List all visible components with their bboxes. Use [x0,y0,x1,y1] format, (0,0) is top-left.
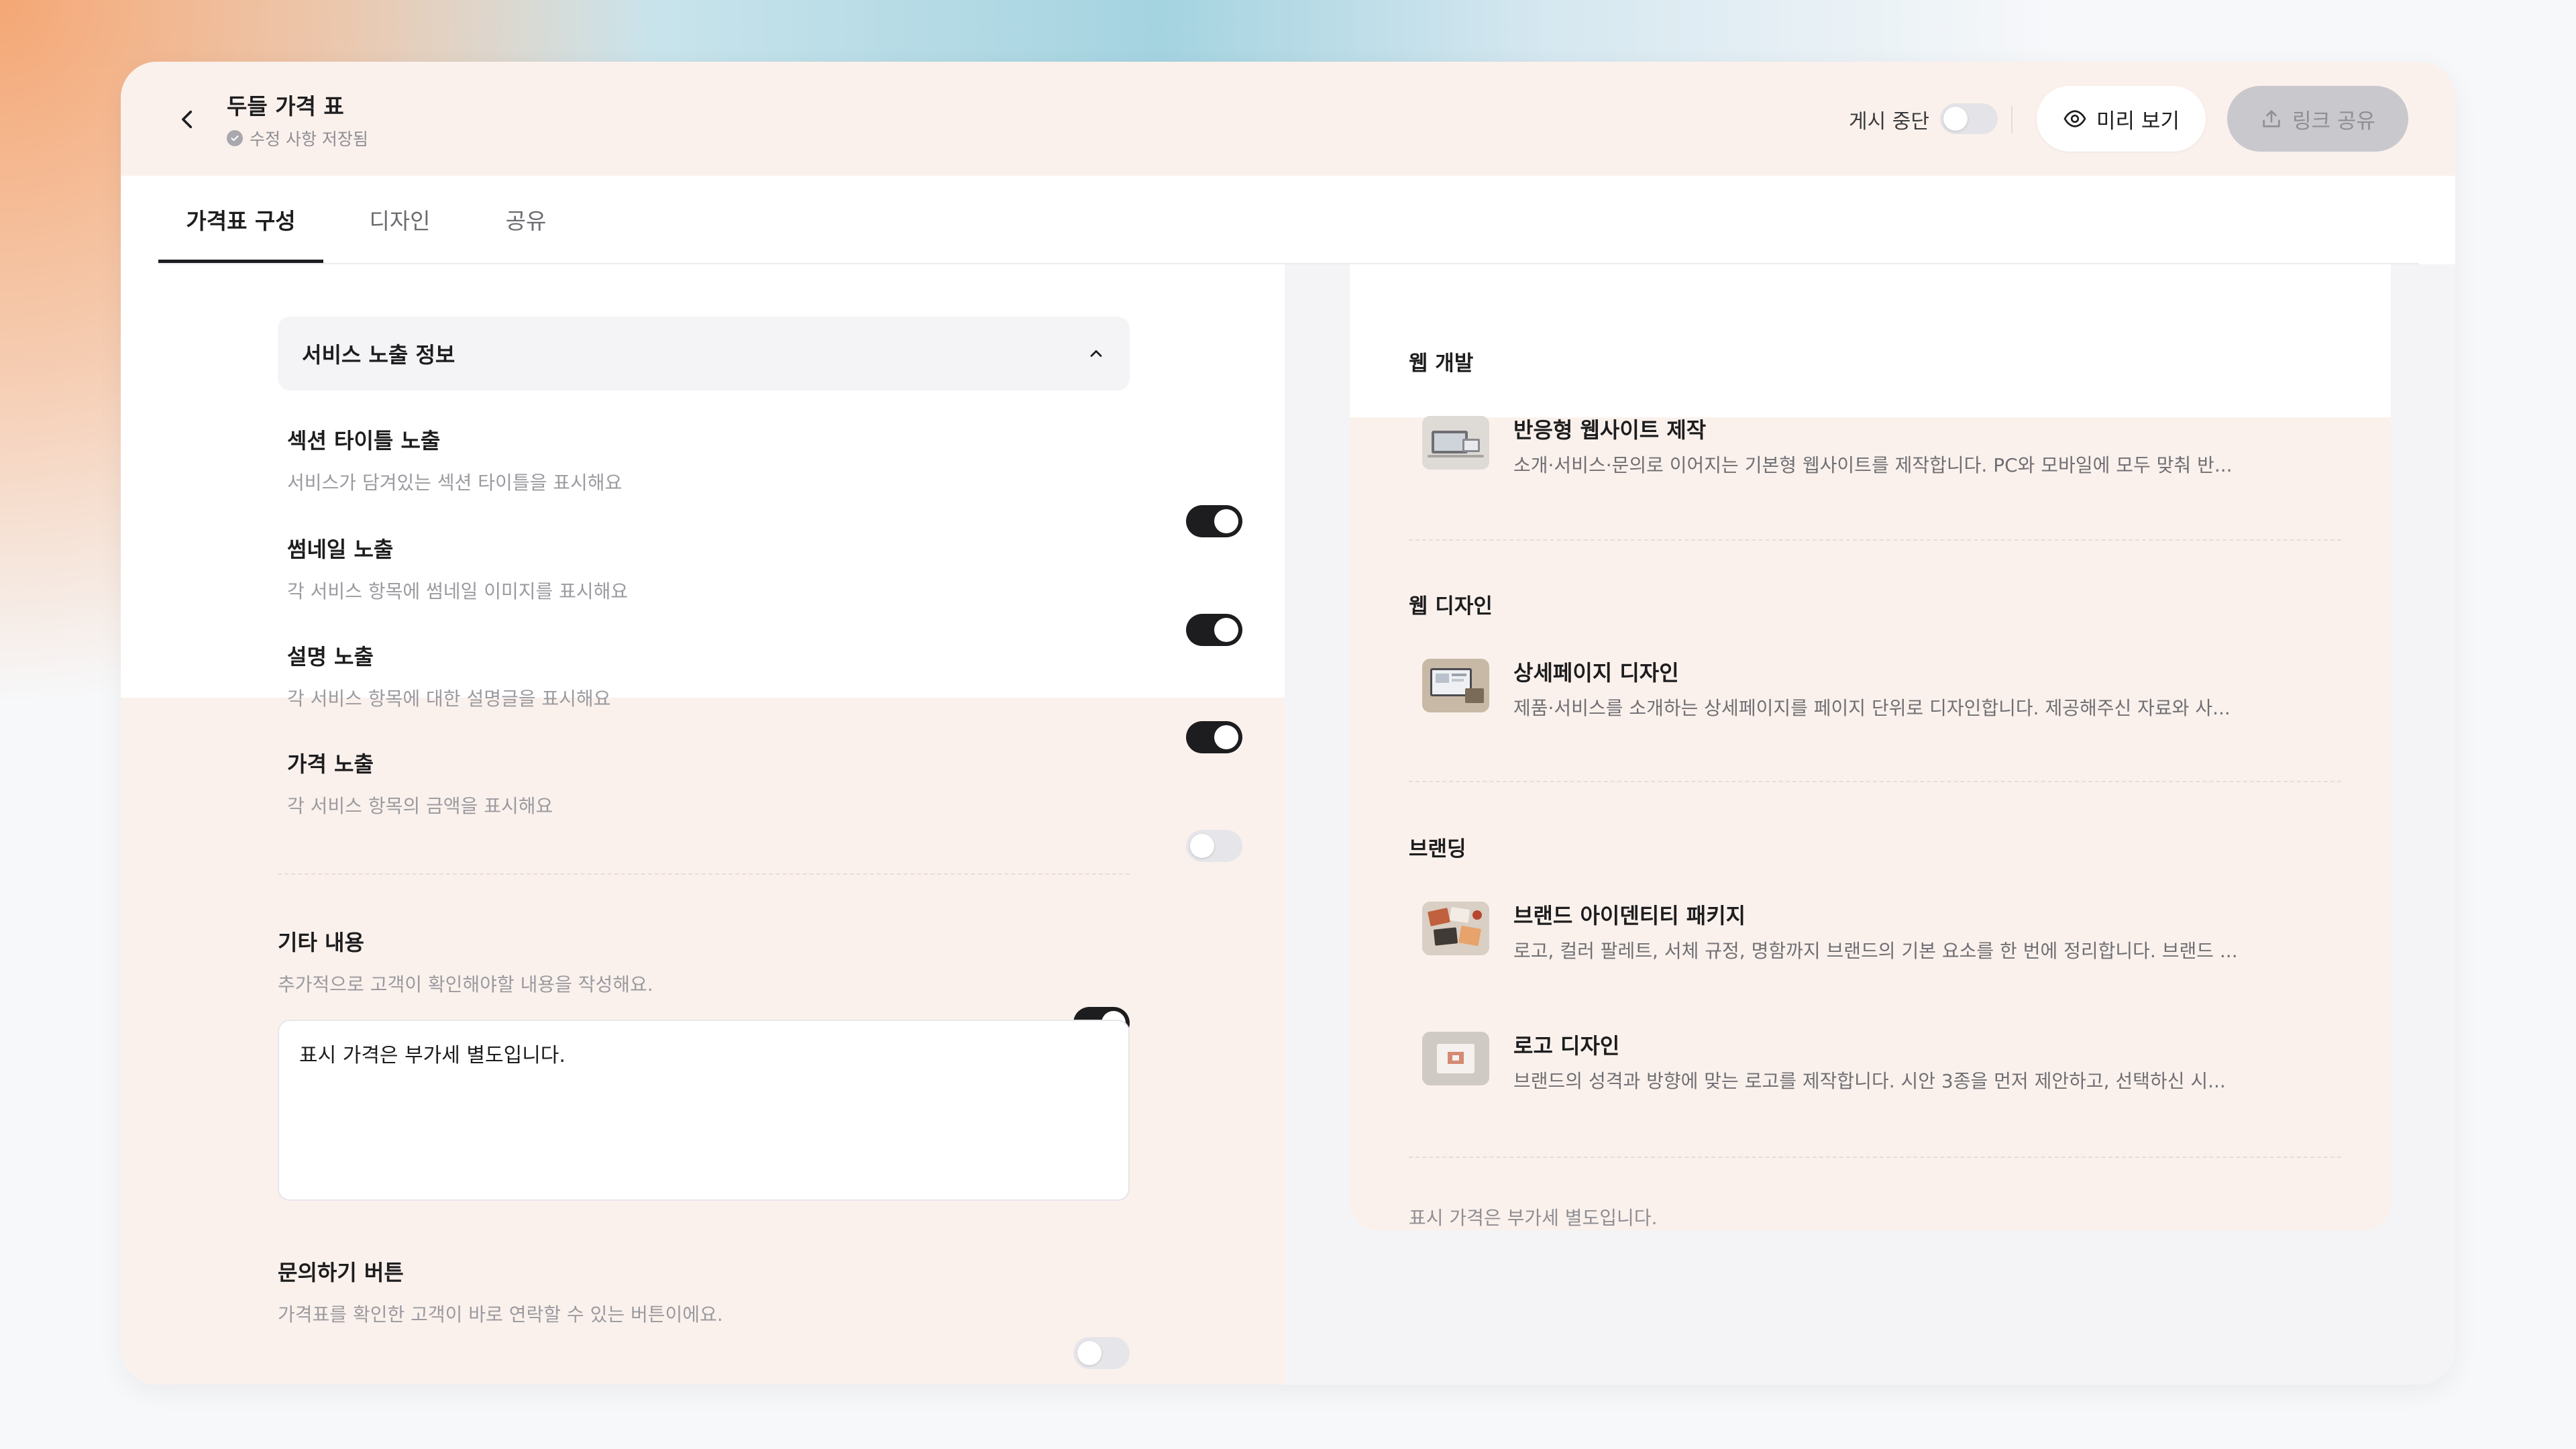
service-item: 상세페이지 디자인 제품·서비스를 소개하는 상세페이지를 페이지 단위로 디자… [1422,656,2375,730]
option-price: 가격 노출 각 서비스 항목의 금액을 표시해요 [287,747,1130,818]
section-title: 서비스 노출 정보 [302,342,455,368]
eye-icon [2063,110,2086,127]
price-table-preview: 웹 개발 반응형 웹사이트 제작 소개·서비스·문의로 이어지는 기본형 웹사이… [1350,264,2391,1230]
check-circle-icon [227,130,243,146]
toggle-knob [1943,107,1968,131]
divider [2011,106,2012,133]
service-item: 반응형 웹사이트 제작 소개·서비스·문의로 이어지는 기본형 웹사이트를 제작… [1422,413,2375,487]
editor-window: 두들 가격 표 수정 사항 저장됨 게시 중단 미리 보기 링크 공유 가격표 … [121,62,2455,1385]
tab-design[interactable]: 디자인 [338,176,462,263]
service-description: 제품·서비스를 소개하는 상세페이지를 페이지 단위로 디자인합니다. 제공해주… [1513,697,2231,719]
share-link-button[interactable]: 링크 공유 [2227,86,2408,152]
preview-note: 표시 가격은 부가세 별도입니다. [1409,1207,1658,1229]
section-header-service-info[interactable]: 서비스 노출 정보 [278,317,1130,390]
option-title: 섹션 타이틀 노출 [287,428,441,453]
divider [1409,1157,2341,1158]
divider [1409,781,2341,782]
option-title: 썸네일 노출 [287,537,394,562]
document-title[interactable]: 두들 가격 표 [227,89,344,121]
option-desc: 서비스가 담겨있는 섹션 타이틀을 표시해요 [287,472,623,494]
service-description: 소개·서비스·문의로 이어지는 기본형 웹사이트를 제작합니다. PC와 모바일… [1513,454,2233,476]
category-title: 웹 디자인 [1409,594,1493,619]
option-desc: 각 서비스 항목의 금액을 표시해요 [287,795,553,817]
option-title: 문의하기 버튼 [278,1260,404,1285]
preview-button-label: 미리 보기 [2096,109,2180,133]
header: 두들 가격 표 수정 사항 저장됨 게시 중단 미리 보기 링크 공유 [121,62,2455,176]
share-button-label: 링크 공유 [2292,109,2375,133]
option-title: 가격 노출 [287,751,374,777]
service-name: 상세페이지 디자인 [1513,660,1679,686]
publish-toggle[interactable] [1940,103,1998,134]
service-thumbnail [1422,1032,1489,1085]
service-description: 브랜드의 성격과 방향에 맞는 로고를 제작합니다. 시안 3종을 먼저 제안하… [1513,1070,2226,1092]
category-title: 브랜딩 [1409,837,1466,861]
option-desc: 가격표를 확인한 고객이 바로 연락할 수 있는 버튼이에요. [278,1303,723,1326]
tab-bar: 가격표 구성 디자인 공유 [158,176,2419,264]
service-description: 로고, 컬러 팔레트, 서체 규정, 명함까지 브랜드의 기본 요소를 한 번에… [1513,940,2238,962]
publish-label: 게시 중단 [1849,110,1929,133]
chevron-left-icon [182,110,193,129]
toggle-knob [1077,1341,1102,1365]
toggle-knob [1190,834,1214,858]
option-desc: 각 서비스 항목에 대한 설명글을 표시해요 [287,688,611,710]
toggle-section-title[interactable] [1186,505,1242,537]
save-status: 수정 사항 저장됨 [227,126,368,150]
option-title: 기타 내용 [278,930,364,955]
service-thumbnail [1422,902,1489,955]
save-status-text: 수정 사항 저장됨 [250,129,368,149]
service-thumbnail [1422,659,1489,712]
back-button[interactable] [168,99,208,140]
chevron-up-icon [1090,350,1102,357]
upload-icon [2263,110,2280,127]
tab-share[interactable]: 공유 [479,176,573,263]
option-thumbnail: 썸네일 노출 각 서비스 항목에 썸네일 이미지를 표시해요 [287,533,1130,604]
option-desc: 각 서비스 항목에 썸네일 이미지를 표시해요 [287,580,629,602]
service-name: 반응형 웹사이트 제작 [1513,417,1707,443]
category-title: 웹 개발 [1409,352,1474,376]
option-title: 설명 노출 [287,644,374,669]
service-item: 로고 디자인 브랜드의 성격과 방향에 맞는 로고를 제작합니다. 시안 3종을… [1422,1029,2375,1103]
toggle-knob [1214,618,1238,642]
preview-top [1350,264,2391,417]
tab-price-config[interactable]: 가격표 구성 [158,176,323,263]
extra-content-textarea[interactable]: 표시 가격은 부가세 별도입니다. [278,1020,1130,1201]
toggle-description[interactable] [1186,721,1242,753]
divider [1409,539,2341,541]
option-section-title: 섹션 타이틀 노출 서비스가 담겨있는 섹션 타이틀을 표시해요 [287,424,1130,495]
divider [278,873,1130,875]
service-name: 로고 디자인 [1513,1033,1620,1059]
option-desc: 추가적으로 고객이 확인해야할 내용을 작성해요. [278,973,653,996]
service-name: 브랜드 아이덴티티 패키지 [1513,903,1746,928]
service-thumbnail [1422,416,1489,470]
option-contact-button: 문의하기 버튼 가격표를 확인한 고객이 바로 연락할 수 있는 버튼이에요. [278,1256,1120,1327]
service-item: 브랜드 아이덴티티 패키지 로고, 컬러 팔레트, 서체 규정, 명함까지 브랜… [1422,899,2375,973]
toggle-knob [1214,725,1238,749]
option-description: 설명 노출 각 서비스 항목에 대한 설명글을 표시해요 [287,640,1130,711]
toggle-price[interactable] [1186,830,1242,862]
toggle-knob [1214,509,1238,533]
preview-button[interactable]: 미리 보기 [2037,86,2206,152]
option-extra-content: 기타 내용 추가적으로 고객이 확인해야할 내용을 작성해요. [278,926,1120,997]
toggle-contact-button[interactable] [1073,1337,1130,1369]
toggle-thumbnail[interactable] [1186,614,1242,646]
